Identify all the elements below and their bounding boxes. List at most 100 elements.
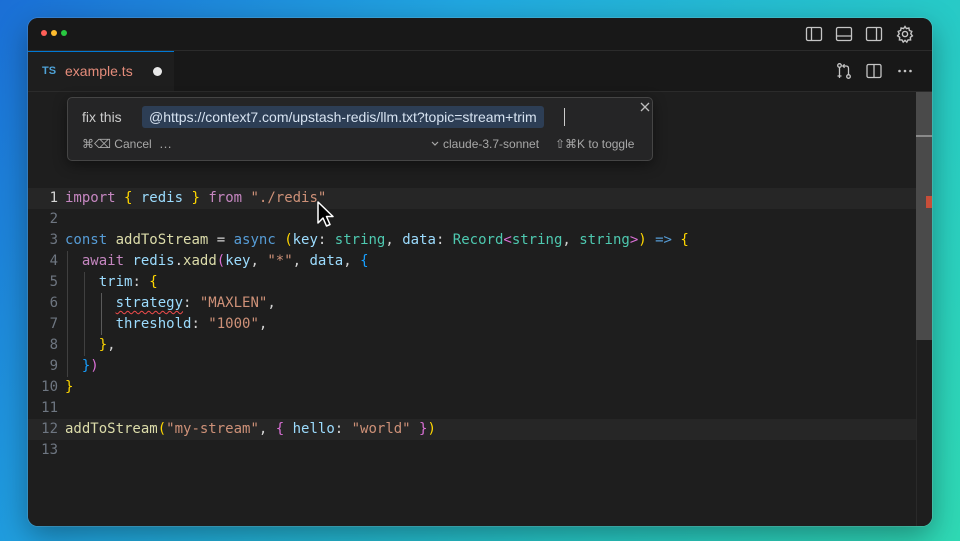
tab-filename: example.ts [65,63,133,79]
bracket: ( [157,421,167,437]
punctuation: : [183,295,200,311]
bracket: ) [90,358,99,374]
line-number: 9 [49,358,58,374]
prompt-input-text[interactable]: fix this [82,109,122,125]
line-number: 10 [41,379,58,395]
toggle-panel-icon[interactable] [834,24,854,44]
punctuation: . [174,253,184,269]
type: string [334,232,386,248]
bracket: ( [216,253,226,269]
keyword: async [233,232,276,248]
gear-icon[interactable] [895,24,915,44]
toggle-primary-sidebar-icon[interactable] [804,24,824,44]
property-with-error: strategy [115,295,184,311]
unsaved-changes-dot-icon[interactable] [153,67,162,76]
model-label: claude-3.7-sonnet [443,137,540,151]
code-line-12: addToStream("my-stream", { hello: "world… [65,419,436,440]
bracket: } [98,337,108,353]
punctuation: , [385,232,403,248]
bracket: ) [427,421,436,437]
typescript-file-icon: TS [42,65,57,77]
string-literal: "MAXLEN" [199,295,268,311]
identifier: redis [132,190,192,206]
mouse-pointer-icon [317,201,334,227]
bracket: ) [638,232,647,248]
type: string [579,232,630,248]
close-window-button[interactable] [41,30,47,36]
line-number: 7 [49,316,58,332]
parameter: key [292,232,318,248]
minimize-window-button[interactable] [51,30,57,36]
toggle-secondary-sidebar-icon[interactable] [864,24,884,44]
punctuation: , [292,253,310,269]
scrollbar-cursor-marker [916,135,932,137]
text-caret [564,108,565,126]
punctuation: : [132,274,150,290]
code-line-9: }) [65,356,99,377]
string-literal: "1000" [208,316,259,332]
chevron-down-icon [431,141,439,146]
inline-prompt-popup: fix this @https://context7.com/upstash-r… [67,97,653,161]
tab-example-ts[interactable]: TS example.ts [28,51,174,91]
line-number: 12 [41,421,58,437]
code-line-3: const addToStream = async (key: string, … [65,230,689,251]
split-editor-icon[interactable] [864,61,884,81]
type: string [511,232,563,248]
editor-window: TS example.ts 1 2 3 4 5 6 7 8 9 10 11 12… [28,18,932,526]
keyword: from [199,190,251,206]
scrollbar-error-marker [926,196,932,208]
code-line-7: threshold: "1000", [65,314,268,335]
line-number: 8 [49,337,58,353]
cancel-button[interactable]: ⌘⌫ Cancel [82,137,152,151]
string-literal: "*" [267,253,293,269]
string-literal: "./redis" [250,190,327,206]
line-number: 11 [41,400,58,416]
code-line-10: } [65,377,73,398]
line-number: 5 [49,274,58,290]
code-line-4: await redis.xadd(key, "*", data, { [65,251,369,272]
function-name: addToStream [65,421,158,437]
line-number: 13 [41,442,58,458]
punctuation: , [267,295,276,311]
operator: => [646,232,681,248]
context-url-chip[interactable]: @https://context7.com/upstash-redis/llm.… [142,106,544,128]
keyword: await [81,253,125,269]
property: trim [98,274,133,290]
model-selector[interactable]: claude-3.7-sonnet [430,137,539,151]
punctuation: : [334,421,352,437]
punctuation: , [562,232,580,248]
string-literal: "my-stream" [166,421,259,437]
more-actions-icon[interactable] [895,61,915,81]
punctuation: , [250,253,268,269]
keyword: import [65,190,116,206]
open-changes-icon[interactable] [834,61,854,81]
line-number: 6 [49,295,58,311]
bracket: { [149,274,158,290]
scrollbar-thumb[interactable] [916,92,932,340]
keyword: const [65,232,108,248]
punctuation: : [191,316,209,332]
operator: = [208,232,234,248]
close-icon[interactable] [638,100,652,114]
property: threshold [115,316,192,332]
identifier: redis [124,253,175,269]
line-number: 3 [49,232,58,248]
line-number: 1 [49,190,58,206]
title-bar [28,18,932,51]
bracket: { [275,421,285,437]
punctuation: , [258,316,268,332]
maximize-window-button[interactable] [61,30,67,36]
function-name: addToStream [107,232,209,248]
identifier: data [309,253,344,269]
property: hello [284,421,335,437]
line-number: 2 [49,211,58,227]
bracket: } [65,379,74,395]
bracket: > [629,232,639,248]
punctuation: : [317,232,335,248]
bracket: } [191,190,200,206]
more-options-button[interactable]: … [159,136,172,151]
punctuation: : [435,232,453,248]
bracket: { [360,253,369,269]
parameter: data [402,232,436,248]
punctuation: , [258,421,276,437]
